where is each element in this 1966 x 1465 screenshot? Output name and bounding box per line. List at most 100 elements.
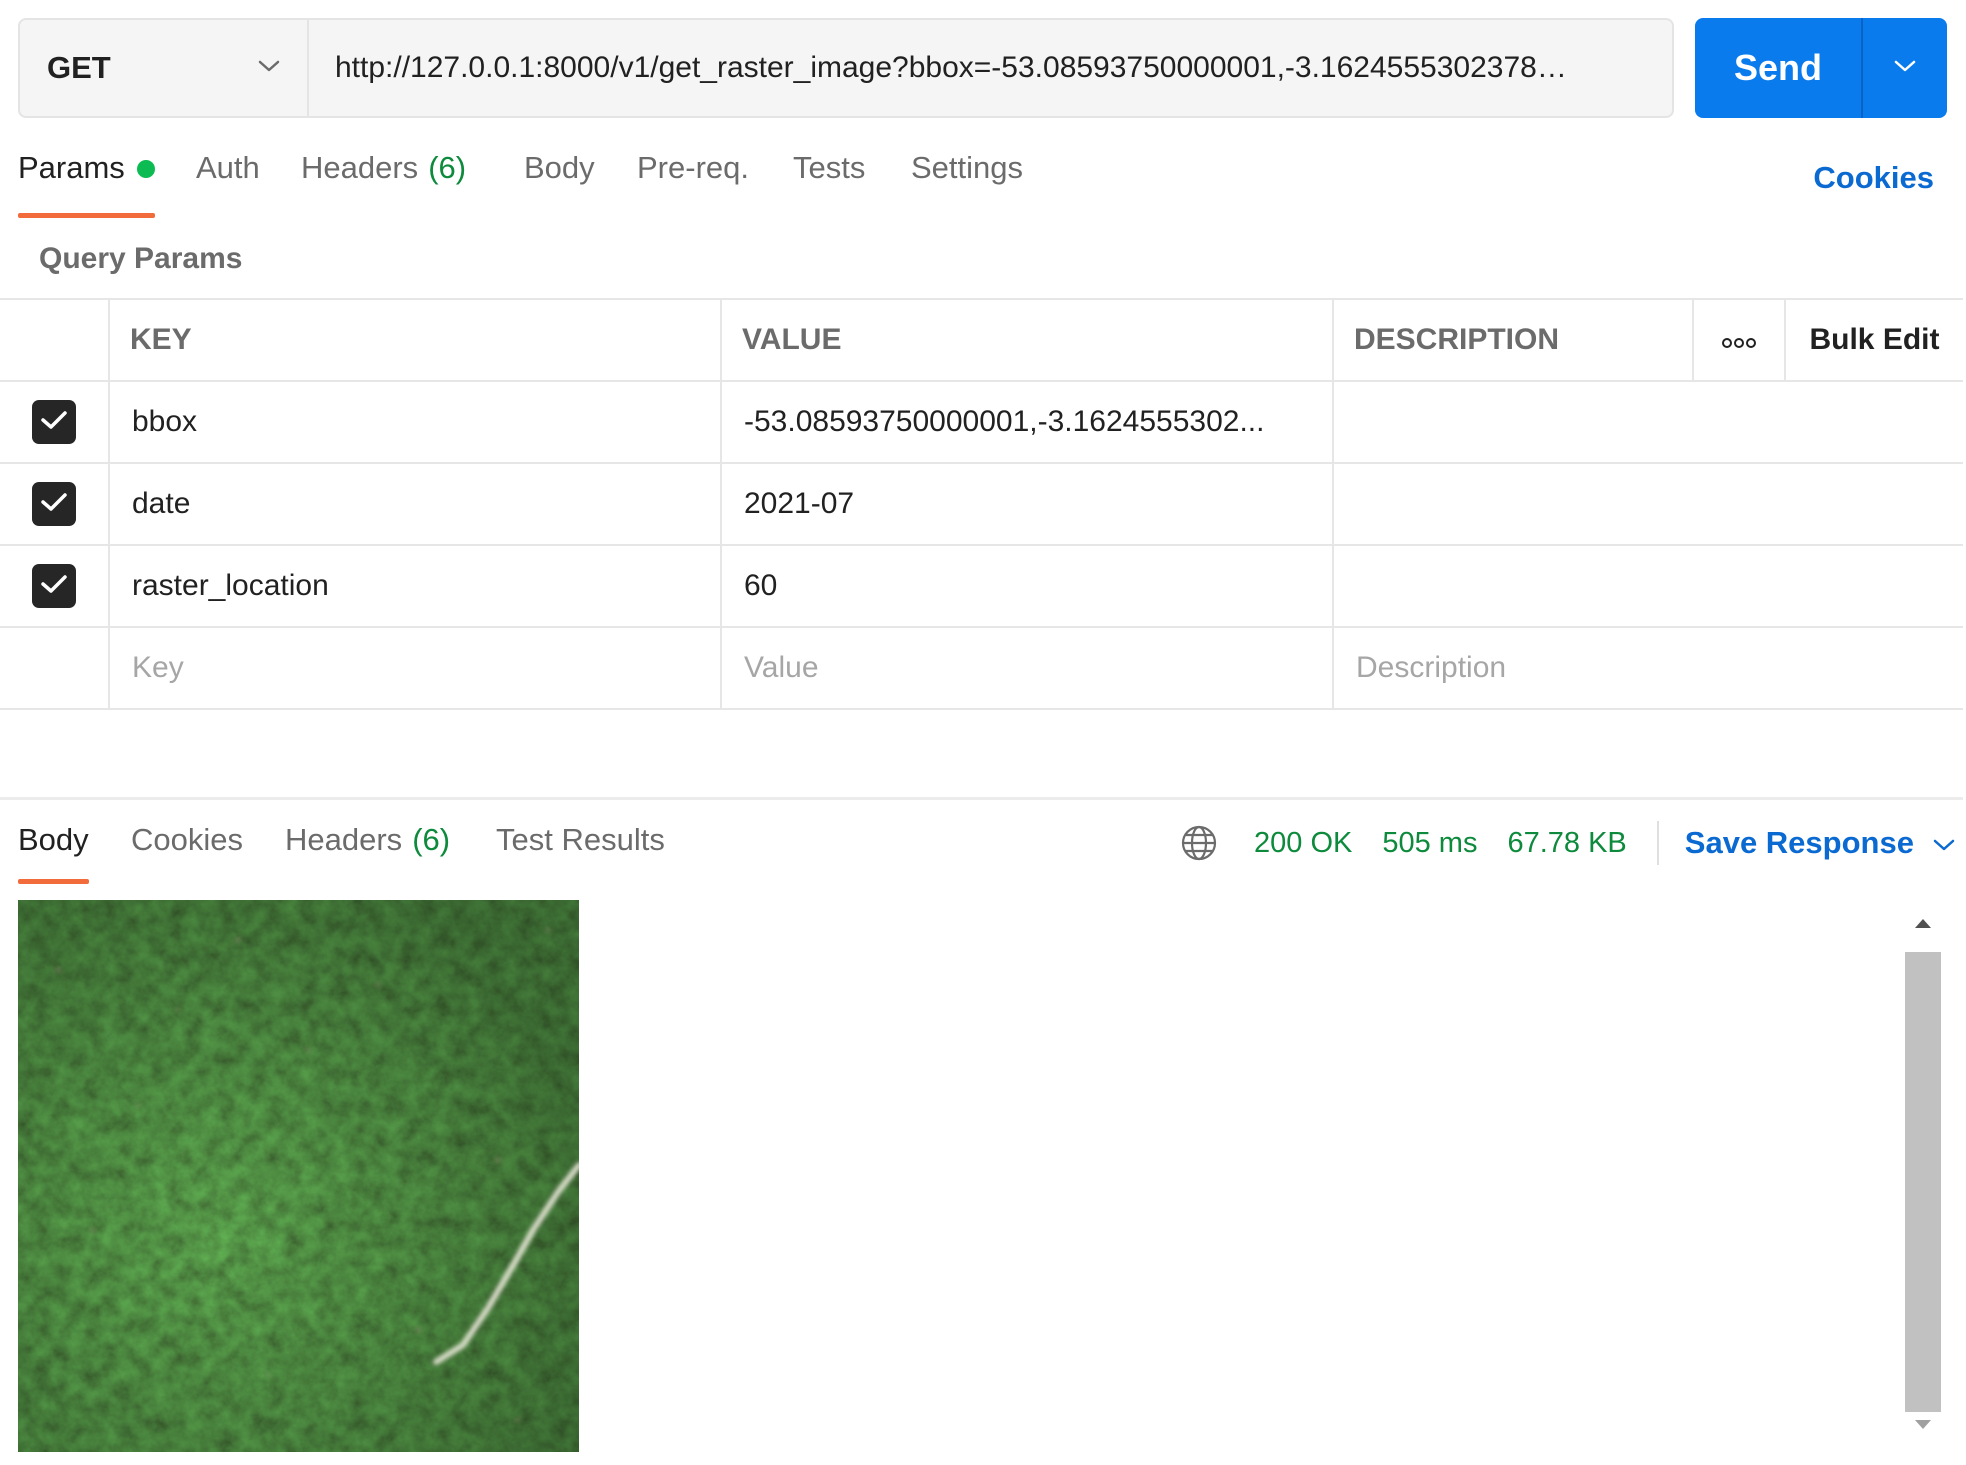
tab-response-headers-label: Headers — [285, 822, 403, 857]
tab-headers[interactable]: Headers (6) — [301, 150, 466, 220]
param-description-cell[interactable] — [1334, 546, 1963, 626]
more-horizontal-icon — [1721, 323, 1757, 357]
bulk-edit-label: Bulk Edit — [1809, 323, 1940, 356]
tab-auth[interactable]: Auth — [196, 150, 260, 220]
new-value-input[interactable]: Value — [722, 628, 1334, 708]
cookies-link[interactable]: Cookies — [1813, 160, 1934, 196]
description-placeholder: Description — [1356, 651, 1507, 684]
status-divider — [1656, 821, 1659, 865]
response-tabs: Body Cookies Headers (6) Test Results — [18, 822, 1118, 884]
tab-settings-label: Settings — [911, 150, 1024, 185]
tab-prereq[interactable]: Pre-req. — [637, 150, 749, 220]
tab-response-headers[interactable]: Headers (6) — [285, 822, 450, 882]
tab-test-results[interactable]: Test Results — [496, 822, 665, 882]
globe-icon[interactable] — [1180, 824, 1218, 862]
tab-response-cookies-label: Cookies — [131, 822, 243, 857]
tab-params-label: Params — [18, 150, 125, 185]
chevron-down-icon — [1892, 58, 1918, 79]
row-checkbox-cell — [0, 546, 110, 626]
chevron-down-icon — [257, 58, 281, 79]
param-description-cell[interactable] — [1334, 382, 1963, 462]
triangle-down-icon — [1913, 1418, 1933, 1436]
response-status-bar: 200 OK 505 ms 67.78 KB Save Response — [1180, 818, 1956, 868]
method-select[interactable]: GET — [20, 20, 309, 116]
param-checkbox[interactable] — [32, 564, 76, 608]
headers-count: (6) — [428, 150, 467, 185]
scroll-thumb[interactable] — [1905, 952, 1941, 1412]
response-divider[interactable] — [0, 797, 1963, 800]
tab-response-body[interactable]: Body — [18, 822, 89, 884]
header-value: VALUE — [722, 300, 1334, 380]
send-button-group: Send — [1695, 18, 1947, 118]
save-response-label: Save Response — [1684, 825, 1914, 860]
check-icon — [40, 569, 68, 603]
bulk-edit-button[interactable]: Bulk Edit — [1786, 300, 1963, 380]
new-description-input[interactable]: Description — [1334, 628, 1963, 708]
value-placeholder: Value — [744, 651, 819, 684]
param-value: -53.08593750000001,-3.1624555302... — [744, 405, 1265, 438]
param-description-cell[interactable] — [1334, 464, 1963, 544]
param-key-cell[interactable]: bbox — [110, 382, 722, 462]
table-row: raster_location 60 — [0, 546, 1963, 628]
param-value-cell[interactable]: 60 — [722, 546, 1334, 626]
response-size[interactable]: 67.78 KB — [1507, 827, 1626, 860]
query-params-title: Query Params — [39, 242, 243, 275]
row-checkbox-cell — [0, 464, 110, 544]
check-icon — [40, 405, 68, 439]
row-checkbox-cell — [0, 628, 110, 708]
response-time[interactable]: 505 ms — [1382, 827, 1477, 860]
tab-response-cookies[interactable]: Cookies — [131, 822, 243, 882]
table-row: date 2021-07 — [0, 464, 1963, 546]
url-text: http://127.0.0.1:8000/v1/get_raster_imag… — [335, 51, 1567, 84]
row-checkbox-cell — [0, 382, 110, 462]
param-value-cell[interactable]: -53.08593750000001,-3.1624555302... — [722, 382, 1334, 462]
tab-response-body-label: Body — [18, 822, 89, 857]
response-scrollbar[interactable] — [1903, 900, 1943, 1452]
param-key-cell[interactable]: raster_location — [110, 546, 722, 626]
query-params-table: KEY VALUE DESCRIPTION Bulk Edit bbox -53… — [0, 298, 1963, 710]
tab-body[interactable]: Body — [524, 150, 595, 220]
new-key-input[interactable]: Key — [110, 628, 722, 708]
status-code[interactable]: 200 OK — [1254, 827, 1352, 860]
table-row: bbox -53.08593750000001,-3.1624555302... — [0, 382, 1963, 464]
tab-params[interactable]: Params — [18, 150, 155, 220]
tab-headers-label: Headers — [301, 150, 419, 185]
request-url-bar: GET http://127.0.0.1:8000/v1/get_raster_… — [18, 18, 1674, 118]
check-icon — [40, 487, 68, 521]
response-raster-image — [18, 900, 579, 1452]
request-tabs: Params Auth Headers (6) Body Pre-req. Te… — [18, 150, 1938, 220]
header-check-cell — [0, 300, 110, 380]
header-description: DESCRIPTION — [1334, 300, 1694, 380]
response-headers-count: (6) — [412, 822, 451, 857]
param-key: raster_location — [132, 569, 329, 602]
new-param-row: Key Value Description — [0, 628, 1963, 710]
more-options-button[interactable] — [1694, 300, 1786, 380]
tab-tests[interactable]: Tests — [793, 150, 865, 220]
param-key: bbox — [132, 405, 198, 438]
tab-test-results-label: Test Results — [496, 822, 665, 857]
save-response-button[interactable]: Save Response — [1685, 825, 1956, 861]
url-input[interactable]: http://127.0.0.1:8000/v1/get_raster_imag… — [309, 20, 1672, 116]
param-key-cell[interactable]: date — [110, 464, 722, 544]
send-options-button[interactable] — [1863, 18, 1947, 118]
param-value-cell[interactable]: 2021-07 — [722, 464, 1334, 544]
tab-body-label: Body — [524, 150, 595, 185]
param-checkbox[interactable] — [32, 482, 76, 526]
table-header-row: KEY VALUE DESCRIPTION Bulk Edit — [0, 300, 1963, 382]
param-value: 60 — [744, 569, 778, 602]
header-key: KEY — [110, 300, 722, 380]
key-placeholder: Key — [132, 651, 184, 684]
param-checkbox[interactable] — [32, 400, 76, 444]
scroll-down-button[interactable] — [1903, 1402, 1943, 1452]
param-value: 2021-07 — [744, 487, 855, 520]
tab-tests-label: Tests — [793, 150, 866, 185]
scroll-up-button[interactable] — [1903, 900, 1943, 950]
method-label: GET — [47, 50, 111, 85]
tab-settings[interactable]: Settings — [911, 150, 1023, 220]
params-active-dot — [136, 160, 155, 178]
tab-auth-label: Auth — [196, 150, 260, 185]
send-button[interactable]: Send — [1695, 18, 1863, 118]
param-key: date — [132, 487, 191, 520]
tab-prereq-label: Pre-req. — [637, 150, 749, 185]
triangle-up-icon — [1913, 916, 1933, 934]
